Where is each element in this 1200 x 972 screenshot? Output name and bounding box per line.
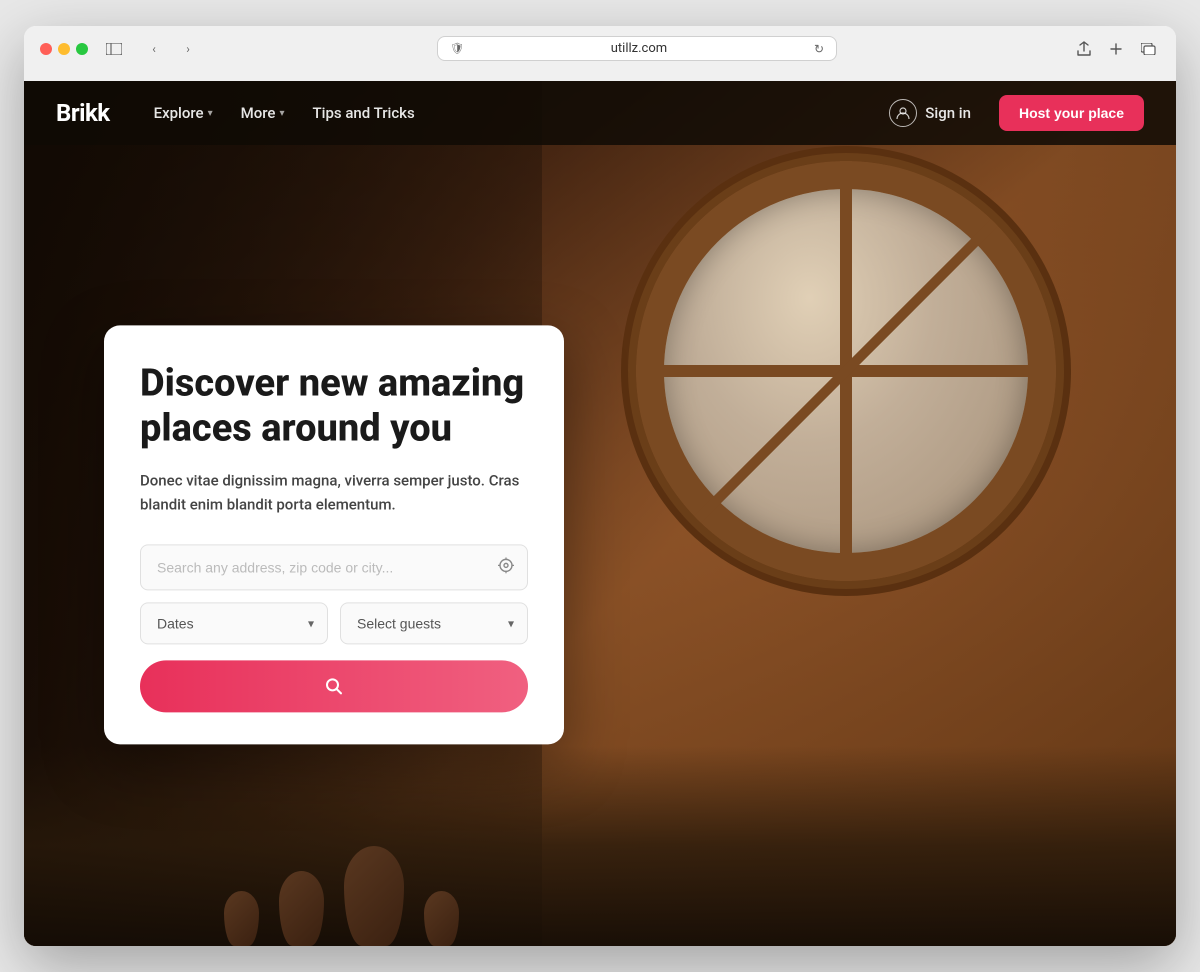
vase-large (344, 846, 404, 946)
explore-nav-item[interactable]: Explore ▾ (142, 98, 225, 128)
traffic-lights (40, 43, 88, 55)
tips-nav-item[interactable]: Tips and Tricks (300, 98, 426, 128)
minimize-button[interactable] (58, 43, 70, 55)
site-logo[interactable]: Brikk (56, 99, 110, 127)
sign-in-label: Sign in (925, 104, 971, 122)
vase-small (224, 891, 259, 946)
hero-title: Discover new amazing places around you (140, 361, 528, 452)
browser-chrome: ‹ › 🛡 utillz.com ↻ (24, 26, 1176, 81)
hero-subtitle: Donec vitae dignissim magna, viverra sem… (140, 468, 528, 516)
more-chevron-icon: ▾ (279, 108, 284, 119)
location-search-input[interactable] (140, 544, 528, 590)
guests-select-wrapper: Select guests 1 guest 2 guests 3 guests … (340, 602, 528, 644)
browser-actions (1072, 37, 1160, 61)
user-avatar-icon (889, 99, 917, 127)
vase-small-2 (424, 891, 459, 946)
dates-select-wrapper: Dates Today This week This month ▾ (140, 602, 328, 644)
browser-window: ‹ › 🛡 utillz.com ↻ (24, 26, 1176, 946)
navbar: Brikk Explore ▾ More ▾ Tips and Tricks (24, 81, 1176, 145)
guests-select[interactable]: Select guests 1 guest 2 guests 3 guests … (340, 602, 528, 644)
vase-medium (279, 871, 324, 946)
tabs-icon[interactable] (1136, 37, 1160, 61)
sidebar-toggle-icon[interactable] (100, 39, 128, 59)
more-nav-item[interactable]: More ▾ (229, 98, 297, 128)
address-bar[interactable]: 🛡 utillz.com ↻ (437, 36, 837, 61)
tips-label: Tips and Tricks (312, 104, 414, 122)
page-content: Brikk Explore ▾ More ▾ Tips and Tricks (24, 81, 1176, 946)
search-filters-row: Dates Today This week This month ▾ Selec… (140, 602, 528, 644)
location-search-wrapper (140, 544, 528, 590)
url-display[interactable]: utillz.com (472, 41, 806, 56)
location-target-icon (498, 557, 514, 577)
explore-chevron-icon: ▾ (208, 108, 213, 119)
nav-links: Explore ▾ More ▾ Tips and Tricks (142, 98, 878, 128)
host-button[interactable]: Host your place (999, 95, 1144, 131)
vase-decoration (224, 846, 459, 946)
dates-select[interactable]: Dates Today This week This month (140, 602, 328, 644)
sign-in-button[interactable]: Sign in (877, 93, 983, 133)
bottom-overlay (24, 746, 1176, 946)
close-button[interactable] (40, 43, 52, 55)
refresh-icon[interactable]: ↻ (814, 42, 824, 56)
nav-controls: ‹ › (140, 39, 202, 59)
maximize-button[interactable] (76, 43, 88, 55)
security-icon: 🛡 (450, 42, 464, 55)
explore-label: Explore (154, 104, 204, 122)
nav-right: Sign in Host your place (877, 93, 1144, 133)
more-label: More (241, 104, 276, 122)
search-button[interactable] (140, 660, 528, 712)
search-icon (324, 676, 344, 696)
forward-button[interactable]: › (174, 39, 202, 59)
back-button[interactable]: ‹ (140, 39, 168, 59)
new-tab-icon[interactable] (1104, 37, 1128, 61)
share-icon[interactable] (1072, 37, 1096, 61)
search-card: Discover new amazing places around you D… (104, 325, 564, 744)
circular-window-decoration (636, 161, 1056, 581)
